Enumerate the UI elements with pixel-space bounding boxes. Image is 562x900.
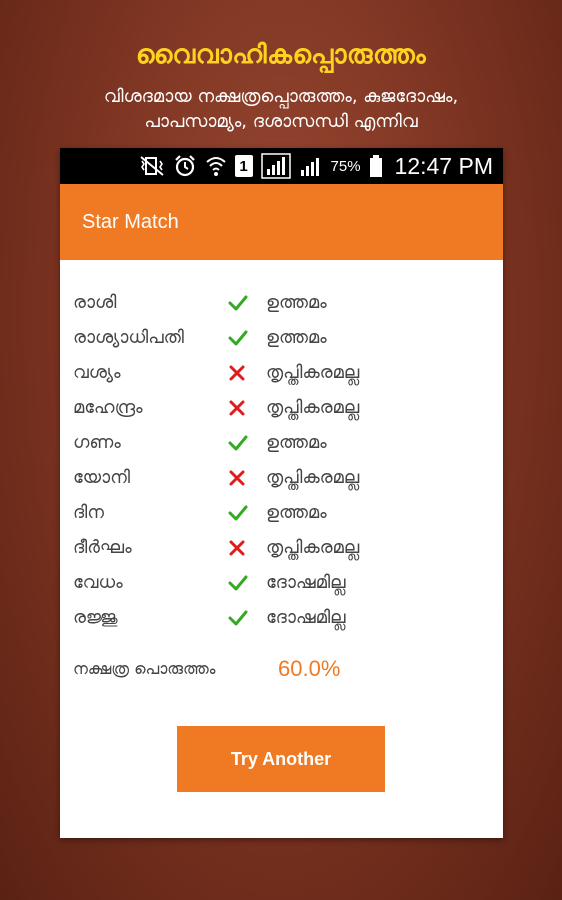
- cross-icon: [228, 364, 266, 382]
- cross-icon: [228, 399, 266, 417]
- check-icon: [228, 434, 266, 452]
- match-name: രാശി: [73, 292, 117, 313]
- percentage-value: 60.0%: [278, 656, 341, 681]
- match-result: തൃപ്തികരമല്ല: [266, 467, 360, 488]
- app-title: Star Match: [82, 210, 179, 233]
- match-list: രാശി ഉത്തമം രാശ്യാധിപതി ഉത്തമം വശ്യം തൃപ…: [73, 285, 493, 635]
- battery-percent: 75%: [330, 157, 361, 175]
- alarm-icon: [173, 154, 197, 178]
- signal-icon: [299, 154, 323, 178]
- check-icon: [228, 294, 266, 312]
- match-row: രജ്ജു ദോഷമില്ല: [73, 600, 493, 635]
- app-bar: Star Match: [60, 184, 503, 260]
- match-name: ഗണം: [73, 432, 121, 453]
- match-row: മഹേന്ദ്രം തൃപ്തികരമല്ല: [73, 390, 493, 425]
- match-row: വശ്യം തൃപ്തികരമല്ല: [73, 355, 493, 390]
- match-row: യോനി തൃപ്തികരമല്ല: [73, 460, 493, 495]
- match-name: മഹേന്ദ്രം: [73, 397, 143, 418]
- phone-screen: 1 75% 12:47 PM Star Match രാശി ഉത്തമം രാ…: [60, 148, 503, 838]
- cross-icon: [228, 469, 266, 487]
- match-row: ദീർഘം തൃപ്തികരമല്ല: [73, 530, 493, 565]
- status-time: 12:47 PM: [394, 152, 493, 179]
- mute-vibrate-icon: [139, 154, 165, 178]
- match-name: യോനി: [73, 467, 131, 488]
- try-another-button[interactable]: Try Another: [177, 726, 385, 792]
- match-result: തൃപ്തികരമല്ല: [266, 362, 360, 383]
- wifi-icon: [205, 154, 227, 178]
- match-row: വേധം ദോഷമില്ല: [73, 565, 493, 600]
- match-result: ദോഷമില്ല: [266, 607, 346, 628]
- match-row: ദിന ഉത്തമം: [73, 495, 493, 530]
- match-result: തൃപ്തികരമല്ല: [266, 397, 360, 418]
- status-bar: 1 75% 12:47 PM: [60, 148, 503, 184]
- match-name: രജ്ജു: [73, 607, 118, 628]
- match-result: ദോഷമില്ല: [266, 572, 346, 593]
- percentage-label: നക്ഷത്ര പൊരുത്തം: [73, 659, 216, 678]
- match-row: ഗണം ഉത്തമം: [73, 425, 493, 460]
- match-row: രാശ്യാധിപതി ഉത്തമം: [73, 320, 493, 355]
- promo-subtitle: വിശദമായ നക്ഷത്രപ്പൊരുത്തം, കുജദോഷം, പാപസ…: [0, 84, 562, 134]
- sim-icon: 1: [234, 155, 253, 177]
- promo-title: വൈവാഹികപ്പൊരുത്തം: [135, 40, 427, 70]
- signal-icon: [260, 153, 291, 179]
- match-name: രാശ്യാധിപതി: [73, 327, 184, 348]
- cross-icon: [228, 539, 266, 557]
- match-result: ഉത്തമം: [266, 292, 327, 313]
- match-name: ദീർഘം: [73, 537, 132, 558]
- battery-icon: [369, 154, 383, 178]
- match-result: ഉത്തമം: [266, 502, 327, 523]
- check-icon: [228, 329, 266, 347]
- match-name: ദിന: [73, 502, 105, 523]
- match-name: വശ്യം: [73, 362, 121, 383]
- check-icon: [228, 609, 266, 627]
- promo-subtitle-line-1: വിശദമായ നക്ഷത്രപ്പൊരുത്തം, കുജദോഷം,: [103, 86, 459, 107]
- match-percentage: നക്ഷത്ര പൊരുത്തം 60.0%: [73, 656, 340, 682]
- match-name: വേധം: [73, 572, 123, 593]
- check-icon: [228, 504, 266, 522]
- match-row: രാശി ഉത്തമം: [73, 285, 493, 320]
- match-result: ഉത്തമം: [266, 327, 327, 348]
- match-result: തൃപ്തികരമല്ല: [266, 537, 360, 558]
- promo-subtitle-line-2: പാപസാമ്യം, ദശാസന്ധി എന്നിവ: [144, 111, 418, 132]
- match-result: ഉത്തമം: [266, 432, 327, 453]
- check-icon: [228, 574, 266, 592]
